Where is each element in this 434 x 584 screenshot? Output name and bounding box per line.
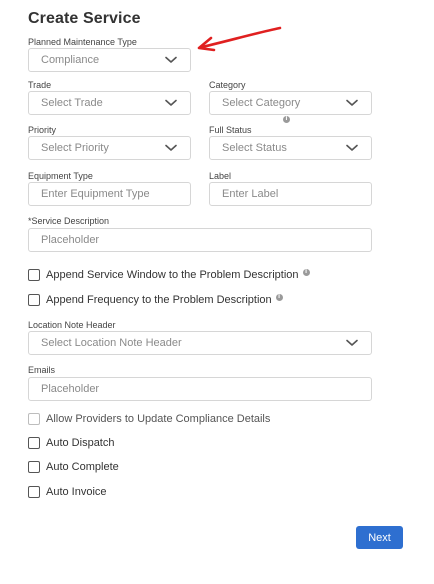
full-status-label: Full Status — [209, 125, 252, 135]
priority-select[interactable]: Select Priority — [28, 136, 191, 160]
full-status-select[interactable]: Select Status — [209, 136, 372, 160]
chevron-down-icon — [164, 96, 178, 110]
label-input[interactable]: Enter Label — [209, 182, 372, 206]
planned-maintenance-type-label: Planned Maintenance Type — [28, 37, 137, 47]
append-service-window-label: Append Service Window to the Problem Des… — [46, 269, 299, 281]
location-note-header-select[interactable]: Select Location Note Header — [28, 331, 372, 355]
checkbox-box[interactable] — [28, 461, 40, 473]
chevron-down-icon — [164, 53, 178, 67]
append-frequency-label: Append Frequency to the Problem Descript… — [46, 294, 272, 306]
auto-invoice-label: Auto Invoice — [46, 486, 107, 498]
service-description-placeholder: Placeholder — [41, 234, 100, 246]
checkbox-box[interactable] — [28, 486, 40, 498]
auto-complete-label: Auto Complete — [46, 461, 119, 473]
location-note-header-placeholder: Select Location Note Header — [41, 337, 182, 349]
append-frequency-checkbox[interactable]: Append Frequency to the Problem Descript… — [28, 293, 283, 306]
equipment-type-input[interactable]: Enter Equipment Type — [28, 182, 191, 206]
checkbox-box[interactable] — [28, 413, 40, 425]
checkbox-box[interactable] — [28, 294, 40, 306]
label-field-label: Label — [209, 171, 232, 181]
append-service-window-checkbox[interactable]: Append Service Window to the Problem Des… — [28, 268, 310, 281]
info-icon[interactable]: i — [275, 293, 283, 301]
emails-label: Emails — [28, 365, 56, 375]
planned-maintenance-type-value: Compliance — [41, 54, 100, 66]
service-description-input[interactable]: Placeholder — [28, 228, 372, 252]
auto-dispatch-checkbox[interactable]: Auto Dispatch — [28, 437, 114, 449]
emails-placeholder: Placeholder — [41, 383, 100, 395]
annotation-arrow-icon — [197, 26, 282, 52]
trade-select[interactable]: Select Trade — [28, 91, 191, 115]
info-icon[interactable]: i — [302, 268, 310, 276]
service-description-label: *Service Description — [28, 216, 110, 226]
info-icon[interactable]: i — [283, 116, 290, 123]
chevron-down-icon — [345, 96, 359, 110]
trade-placeholder: Select Trade — [41, 97, 103, 109]
allow-providers-update-compliance-checkbox[interactable]: Allow Providers to Update Compliance Det… — [28, 413, 270, 425]
next-button[interactable]: Next — [356, 526, 403, 549]
label-placeholder: Enter Label — [222, 188, 279, 200]
equipment-type-label: Equipment Type — [28, 171, 93, 181]
allow-providers-update-compliance-label: Allow Providers to Update Compliance Det… — [46, 413, 271, 425]
category-placeholder: Select Category — [222, 97, 301, 109]
chevron-down-icon — [345, 141, 359, 155]
chevron-down-icon — [164, 141, 178, 155]
location-note-header-label: Location Note Header — [28, 320, 116, 330]
trade-label: Trade — [28, 80, 52, 90]
priority-label: Priority — [28, 125, 57, 135]
priority-placeholder: Select Priority — [41, 142, 109, 154]
category-select[interactable]: Select Category — [209, 91, 372, 115]
planned-maintenance-type-select[interactable]: Compliance — [28, 48, 191, 72]
equipment-type-placeholder: Enter Equipment Type — [41, 188, 150, 200]
checkbox-box[interactable] — [28, 269, 40, 281]
auto-complete-checkbox[interactable]: Auto Complete — [28, 461, 119, 473]
auto-dispatch-label: Auto Dispatch — [46, 437, 115, 449]
checkbox-box[interactable] — [28, 437, 40, 449]
full-status-placeholder: Select Status — [222, 142, 287, 154]
page-title: Create Service — [28, 10, 141, 27]
auto-invoice-checkbox[interactable]: Auto Invoice — [28, 486, 107, 498]
category-label: Category — [209, 80, 246, 90]
emails-input[interactable]: Placeholder — [28, 377, 372, 401]
chevron-down-icon — [345, 336, 359, 350]
